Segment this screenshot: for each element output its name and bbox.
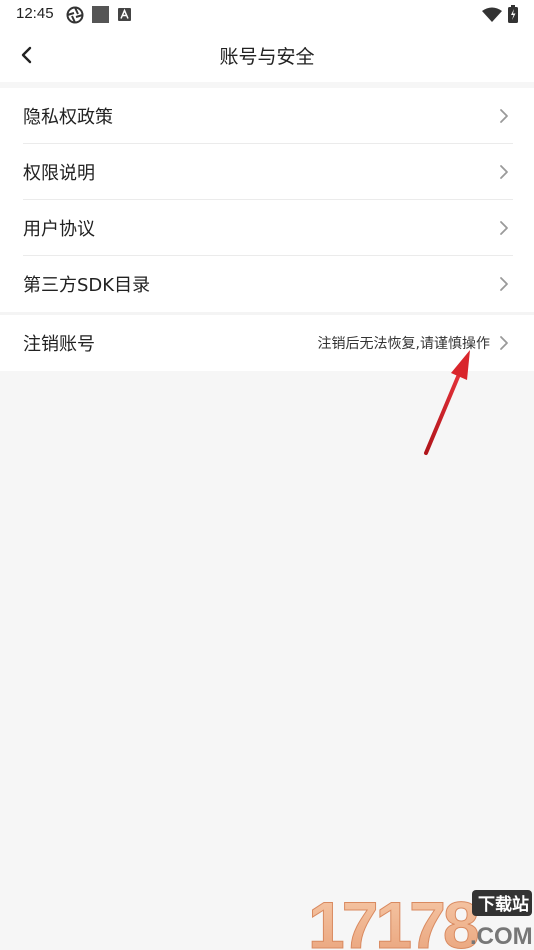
user-agreement-item[interactable]: 用户协议	[0, 200, 534, 256]
menu-item-label: 用户协议	[23, 219, 95, 240]
watermark-suffix: .COM	[470, 923, 533, 950]
menu-item-label: 第三方SDK目录	[23, 275, 151, 296]
chevron-right-icon	[500, 336, 508, 350]
app-header: 账号与安全	[0, 30, 534, 82]
watermark-tag: 下载站	[478, 894, 529, 915]
chevron-right-icon	[500, 109, 508, 123]
cancel-account-label: 注销账号	[23, 334, 95, 355]
status-bar: 12:45	[0, 0, 534, 30]
watermark-number: 17178	[308, 888, 478, 950]
wifi-icon	[482, 7, 502, 22]
chevron-right-icon	[500, 221, 508, 235]
square-icon	[92, 6, 109, 23]
aperture-icon	[66, 6, 84, 24]
menu-item-label: 隐私权政策	[23, 107, 113, 128]
annotation-arrow-icon	[424, 350, 470, 455]
permissions-info-item[interactable]: 权限说明	[0, 144, 534, 200]
page-title: 账号与安全	[219, 46, 315, 68]
chevron-right-icon	[500, 277, 508, 291]
settings-list: 隐私权政策 权限说明 用户协议 第三方SDK目录 注销账号 注销后无法恢复,请谨…	[0, 88, 534, 371]
chevron-right-icon	[500, 165, 508, 179]
menu-item-label: 权限说明	[23, 163, 95, 184]
privacy-policy-item[interactable]: 隐私权政策	[0, 88, 534, 144]
status-time: 12:45	[16, 5, 54, 22]
a-notification-icon	[118, 8, 131, 21]
third-party-sdk-item[interactable]: 第三方SDK目录	[0, 256, 534, 312]
battery-charging-icon	[508, 5, 518, 23]
site-watermark: 17178 下载站 .COM	[306, 886, 534, 950]
